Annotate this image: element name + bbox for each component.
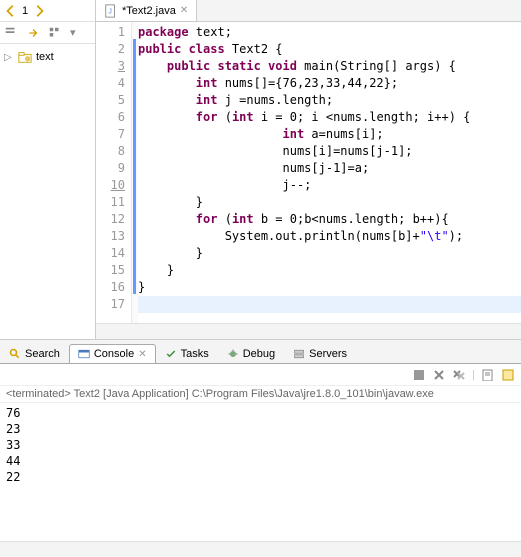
expand-icon[interactable]: ▷ (4, 52, 14, 63)
tab-tasks[interactable]: Tasks (156, 344, 218, 363)
console-icon (78, 348, 90, 360)
remove-all-icon[interactable] (452, 368, 466, 382)
console-scrollbar[interactable] (0, 541, 521, 557)
servers-icon (293, 348, 305, 360)
tab-label: Tasks (181, 348, 209, 360)
menu-dropdown-icon[interactable]: ▾ (70, 26, 76, 39)
console-status: <terminated> Text2 [Java Application] C:… (0, 386, 521, 403)
tab-label: *Text2.java (122, 5, 176, 17)
package-tree: ▷ text (0, 44, 95, 70)
tab-label: Servers (309, 348, 347, 360)
back-icon[interactable] (4, 4, 18, 18)
code-editor[interactable]: 1234567891011121314151617 package text;p… (96, 22, 521, 323)
tree-item-label: text (36, 51, 54, 63)
nav-header: 1 (0, 0, 95, 22)
bottom-panel: Search Console ✕ Tasks Debug Servers | <… (0, 340, 521, 557)
nav-toolbar: ▾ (0, 22, 95, 44)
close-icon[interactable]: ✕ (138, 349, 146, 360)
svg-text:J: J (108, 8, 112, 15)
tab-search[interactable]: Search (0, 344, 69, 363)
code-content[interactable]: package text;public class Text2 { public… (138, 22, 521, 323)
editor-tab-text2[interactable]: J *Text2.java ✕ (96, 0, 197, 21)
tab-console[interactable]: Console ✕ (69, 344, 156, 363)
package-fragment-icon (18, 50, 32, 64)
tab-label: Search (25, 348, 60, 360)
java-file-icon: J (104, 4, 118, 18)
tasks-icon (165, 348, 177, 360)
terminate-icon[interactable] (412, 368, 426, 382)
forward-icon[interactable] (32, 4, 46, 18)
remove-launch-icon[interactable] (432, 368, 446, 382)
pin-console-icon[interactable] (501, 368, 515, 382)
tab-servers[interactable]: Servers (284, 344, 356, 363)
debug-icon (227, 348, 239, 360)
console-toolbar: | (0, 364, 521, 386)
tab-debug[interactable]: Debug (218, 344, 284, 363)
editor-scrollbar[interactable] (96, 323, 521, 339)
package-explorer: 1 ▾ ▷ text (0, 0, 96, 339)
editor-tabs: J *Text2.java ✕ (96, 0, 521, 22)
collapse-icon[interactable] (4, 26, 18, 40)
bottom-tabs: Search Console ✕ Tasks Debug Servers (0, 340, 521, 364)
close-icon[interactable]: ✕ (180, 5, 188, 16)
nav-counter: 1 (22, 5, 28, 17)
search-icon (9, 348, 21, 360)
clear-console-icon[interactable] (481, 368, 495, 382)
tab-label: Debug (243, 348, 275, 360)
console-output[interactable]: 7623334422 (0, 403, 521, 541)
tab-label: Console (94, 348, 134, 360)
tree-item-text[interactable]: ▷ text (4, 48, 91, 66)
link-icon[interactable] (26, 26, 40, 40)
line-gutter: 1234567891011121314151617 (96, 22, 132, 323)
editor-area: J *Text2.java ✕ 123456789101112131415161… (96, 0, 521, 339)
filter-icon[interactable] (48, 26, 62, 40)
